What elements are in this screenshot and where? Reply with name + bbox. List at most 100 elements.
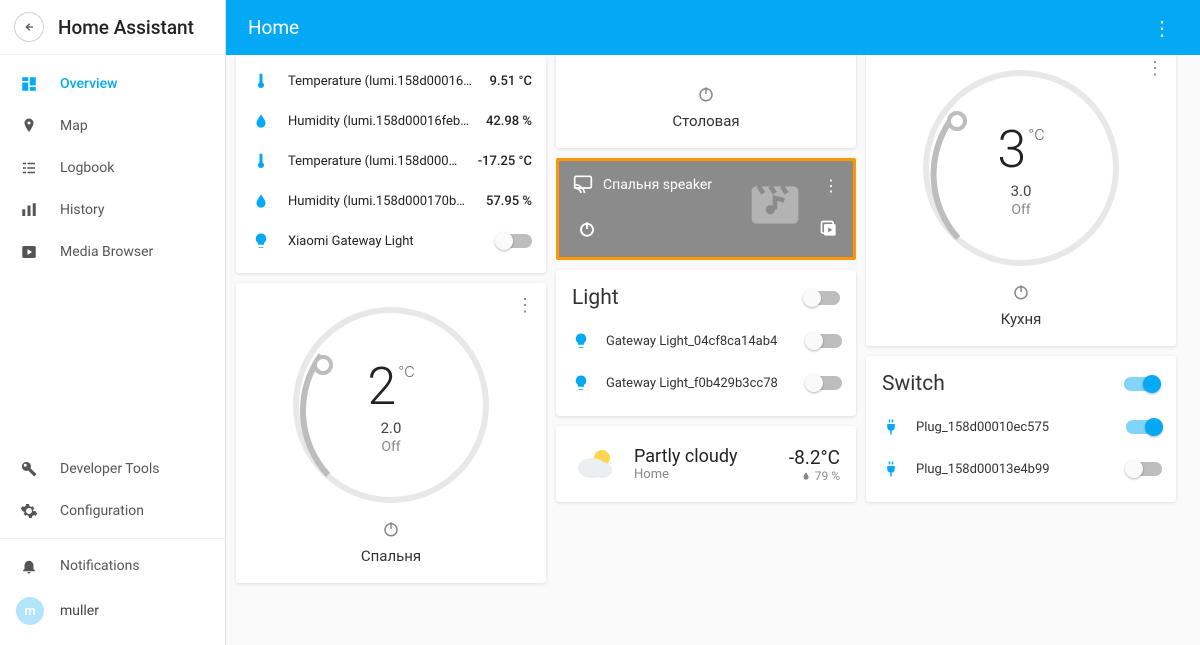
plug-icon	[880, 418, 902, 436]
more-icon[interactable]: ⋮	[823, 176, 839, 195]
sensor-value: 57.95 %	[486, 194, 532, 209]
power-button[interactable]	[1007, 278, 1035, 306]
thermo-target: 2.0	[367, 419, 414, 437]
divider	[0, 538, 225, 539]
sidebar-item-notifications[interactable]: Notifications	[0, 545, 225, 587]
more-icon[interactable]: ⋮	[512, 291, 538, 320]
switch-row[interactable]: Plug_158d00010ec575	[880, 406, 1162, 448]
light-toggle[interactable]	[806, 334, 842, 348]
sensor-label: Humidity (lumi.158d00016feb7b)	[288, 114, 470, 129]
sidebar-user[interactable]: m muller	[0, 587, 225, 635]
thermo-current: 3	[997, 119, 1026, 180]
thermostat-card-bedroom[interactable]: ⋮ 2°C 2.0 Off Спальня	[236, 283, 546, 583]
bell-icon	[18, 557, 40, 575]
appbar-menu-button[interactable]: ⋮	[1146, 10, 1178, 46]
sidebar-item-devtools[interactable]: Developer Tools	[0, 448, 225, 490]
dashboard: Temperature (lumi.158d00016feb… 9.51 °C …	[226, 55, 1200, 645]
thermometer-icon	[250, 152, 272, 170]
media-player-card[interactable]: Спальня speaker ⋮	[556, 158, 856, 260]
switch-toggle[interactable]	[1126, 462, 1162, 476]
bulb-icon	[570, 374, 592, 392]
thermo-unit: °C	[398, 362, 414, 381]
cast-icon	[573, 173, 593, 197]
light-row[interactable]: Gateway Light_04cf8ca14ab4	[570, 320, 842, 362]
weather-condition: Partly cloudy	[634, 446, 775, 467]
power-button[interactable]	[377, 515, 405, 543]
sidebar-item-label: Media Browser	[60, 244, 153, 260]
sensor-value: 9.51 °C	[490, 74, 532, 89]
sidebar-bottom: Notifications m muller	[0, 532, 225, 645]
sensor-row[interactable]: Temperature (lumi.158d00016feb… 9.51 °C	[250, 61, 532, 101]
sidebar-item-overview[interactable]: Overview	[0, 63, 225, 105]
switch-toggle[interactable]	[1126, 420, 1162, 434]
sidebar-item-config[interactable]: Configuration	[0, 490, 225, 532]
thermostat-card-kitchen[interactable]: ⋮ 3°C 3.0 Off Кухня	[866, 55, 1176, 346]
switch-label: Plug_158d00013e4b99	[916, 462, 1112, 477]
light-group-toggle[interactable]	[804, 291, 840, 305]
wrench-icon	[18, 460, 40, 478]
room-name: Кухня	[1001, 310, 1042, 328]
sidebar-item-label: Notifications	[60, 558, 140, 574]
sidebar-item-label: History	[60, 202, 105, 218]
humidity-icon	[250, 192, 272, 210]
room-name: Спальня	[361, 547, 421, 565]
media-art-icon	[747, 177, 803, 233]
user-name: muller	[60, 603, 99, 619]
sidebar-item-label: Overview	[60, 76, 117, 92]
sensor-row[interactable]: Xiaomi Gateway Light	[250, 221, 532, 261]
appbar: Home ⋮	[226, 0, 1200, 55]
gateway-light-toggle[interactable]	[496, 234, 532, 248]
thermo-target: 3.0	[997, 182, 1044, 200]
sensors-card: Temperature (lumi.158d00016feb… 9.51 °C …	[236, 55, 546, 273]
bulb-icon	[570, 332, 592, 350]
avatar: m	[16, 597, 44, 625]
history-icon	[18, 201, 40, 219]
sensor-row[interactable]: Humidity (lumi.158d000170b5a5) 57.95 %	[250, 181, 532, 221]
sidebar: Home Assistant Overview Map Logbook Hist…	[0, 0, 226, 645]
switch-label: Plug_158d00010ec575	[916, 420, 1112, 435]
media-icon	[18, 243, 40, 261]
weather-humidity: 79 %	[815, 469, 840, 483]
switch-group-toggle[interactable]	[1124, 377, 1160, 391]
dash-col-2: 3.0 Off Столовая Спальня speaker ⋮	[556, 55, 856, 633]
sidebar-tools: Developer Tools Configuration	[0, 440, 225, 532]
sidebar-header: Home Assistant	[0, 0, 225, 55]
sidebar-item-logbook[interactable]: Logbook	[0, 147, 225, 189]
weather-temp: -8.2°C	[789, 446, 840, 469]
app-title: Home Assistant	[58, 16, 194, 39]
thermo-state: Off	[367, 439, 414, 455]
sensor-value: 42.98 %	[486, 114, 532, 129]
sidebar-item-label: Logbook	[60, 160, 114, 176]
power-button[interactable]	[573, 215, 601, 243]
browse-media-icon[interactable]	[819, 219, 839, 243]
more-icon[interactable]: ⋮	[1142, 55, 1168, 83]
thermo-unit: °C	[1028, 125, 1044, 144]
sensor-label: Xiaomi Gateway Light	[288, 234, 480, 249]
room-name: Столовая	[672, 112, 739, 130]
sensor-row[interactable]: Temperature (lumi.158d000170… -17.25 °C	[250, 141, 532, 181]
dash-col-3: Линда ⋮ 3°C 3.0 Off Кухня	[866, 55, 1176, 633]
menu-button[interactable]	[14, 12, 44, 42]
sensor-label: Temperature (lumi.158d000170…	[288, 154, 462, 169]
sensor-label: Temperature (lumi.158d00016feb…	[288, 74, 474, 89]
card-title: Light	[572, 286, 619, 310]
power-button[interactable]	[692, 80, 720, 108]
sidebar-item-media[interactable]: Media Browser	[0, 231, 225, 273]
plug-icon	[880, 460, 902, 478]
switch-row[interactable]: Plug_158d00013e4b99	[880, 448, 1162, 490]
light-row[interactable]: Gateway Light_f0b429b3cc78	[570, 362, 842, 404]
thermostat-card-dining[interactable]: 3.0 Off Столовая	[556, 55, 856, 148]
light-toggle[interactable]	[806, 376, 842, 390]
sidebar-item-history[interactable]: History	[0, 189, 225, 231]
sidebar-item-map[interactable]: Map	[0, 105, 225, 147]
gear-icon	[18, 502, 40, 520]
card-title: Switch	[882, 372, 945, 396]
bulb-icon	[250, 232, 272, 250]
logbook-icon	[18, 159, 40, 177]
sensor-value: -17.25 °C	[478, 154, 532, 169]
sensor-row[interactable]: Humidity (lumi.158d00016feb7b) 42.98 %	[250, 101, 532, 141]
dash-col-1: Temperature (lumi.158d00016feb… 9.51 °C …	[236, 55, 546, 633]
weather-card[interactable]: Partly cloudy Home -8.2°C 79 %	[556, 426, 856, 502]
map-icon	[18, 117, 40, 135]
thermo-state: Off	[997, 202, 1044, 218]
